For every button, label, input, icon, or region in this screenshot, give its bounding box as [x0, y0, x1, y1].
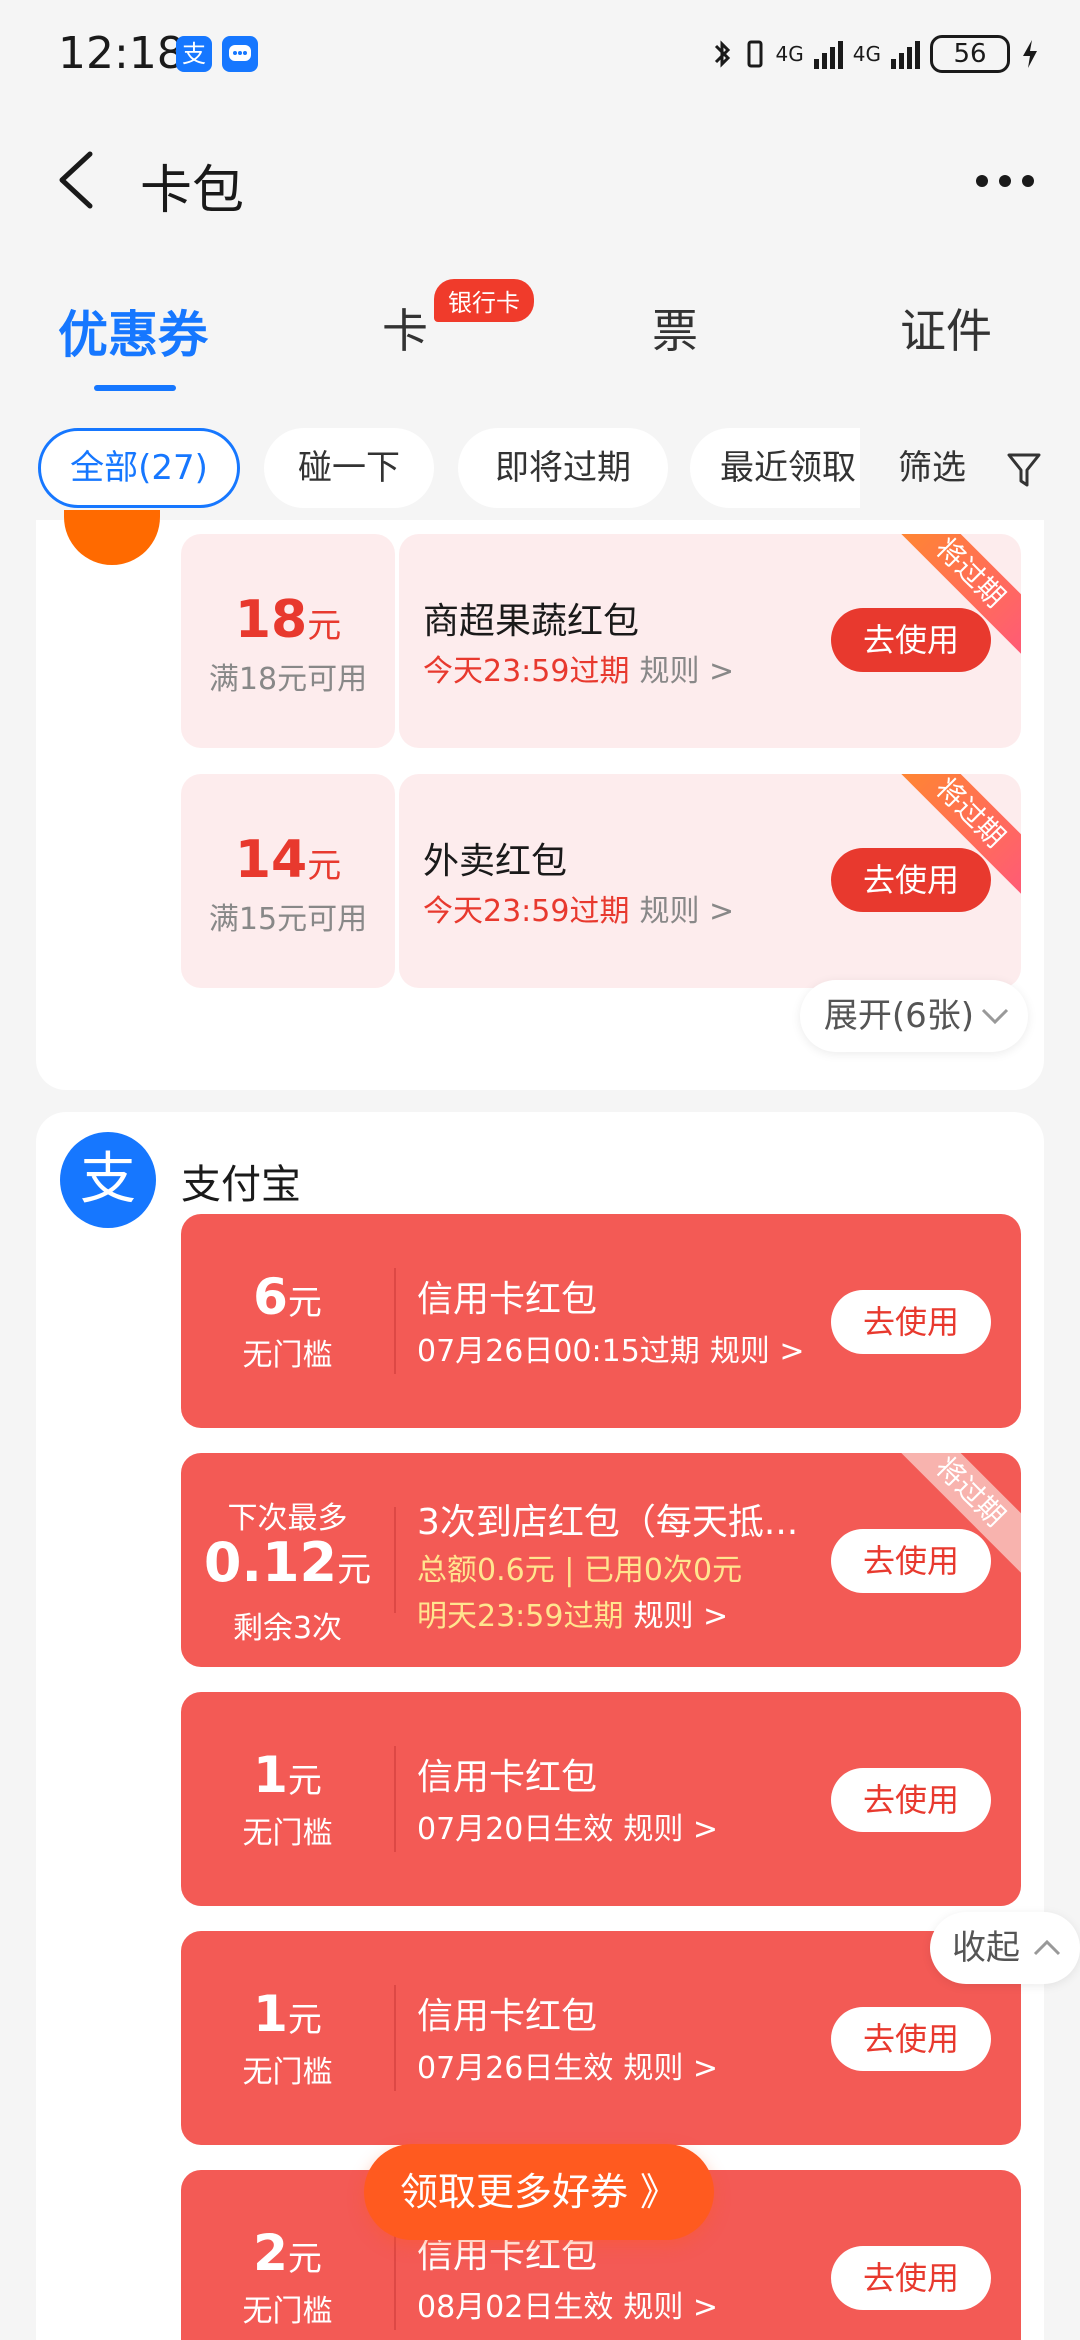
expand-button[interactable]: 展开(6张)	[799, 980, 1028, 1052]
rules-link[interactable]: 规则 >	[710, 1334, 805, 1369]
coupon-amount: 2元	[253, 2224, 322, 2282]
status-bar: 12:18 支 4G 4G 56	[0, 0, 1080, 110]
coupon-amount: 6元	[253, 1268, 322, 1326]
coupon-card[interactable]: 1元 无门槛 信用卡红包 07月20日生效 规则 > 去使用	[181, 1692, 1021, 1906]
signal-icon-2	[891, 39, 920, 69]
rules-link[interactable]: 规则 >	[633, 1599, 728, 1634]
divider	[394, 1746, 396, 1852]
use-coupon-button[interactable]: 去使用	[831, 608, 991, 672]
coupon-expiry: 07月20日生效 规则 >	[417, 1812, 719, 1847]
coupon-amount-panel: 18元 满18元可用	[181, 534, 395, 748]
bank-card-badge: 银行卡	[434, 279, 534, 322]
chip-expiring[interactable]: 即将过期	[458, 428, 668, 508]
tab-certificates[interactable]: 证件	[900, 295, 992, 361]
signal-icon-1	[813, 39, 843, 69]
divider	[394, 1507, 396, 1613]
get-more-coupons-button[interactable]: 领取更多好券 》	[364, 2144, 714, 2240]
tab-tickets[interactable]: 票	[652, 295, 698, 361]
chip-all[interactable]: 全部(27)	[38, 428, 240, 508]
rules-link[interactable]: 规则 >	[623, 2290, 718, 2325]
coupon-name: 外卖红包	[423, 841, 568, 882]
use-coupon-button[interactable]: 去使用	[831, 1290, 991, 1354]
back-arrow-icon[interactable]	[48, 148, 108, 212]
coupon-name: 商超果蔬红包	[423, 601, 640, 642]
coupon-amount: 0.12元	[203, 1531, 372, 1594]
more-options-icon[interactable]	[970, 166, 1040, 196]
coupon-amount: 1元	[253, 1985, 322, 2043]
group-title: 支付宝	[181, 1162, 301, 1208]
collapse-button[interactable]: 收起	[930, 1912, 1080, 1984]
tab-cards[interactable]: 卡	[382, 295, 428, 361]
active-tab-indicator	[94, 385, 176, 391]
coupon-amount: 18元	[234, 590, 342, 650]
alipay-logo: 支	[60, 1132, 156, 1228]
rules-link[interactable]: 规则 >	[623, 1812, 718, 1847]
coupon-info-panel: 商超果蔬红包 今天23:59过期 规则 > 去使用 将过期	[399, 534, 1021, 748]
chevron-up-icon	[1033, 1939, 1061, 1956]
coupon-expiry: 明天23:59过期 规则 >	[417, 1599, 729, 1634]
use-coupon-button[interactable]: 去使用	[831, 2007, 991, 2071]
coupon-card[interactable]: 6元 无门槛 信用卡红包 07月26日00:15过期 规则 > 去使用	[181, 1214, 1021, 1428]
coupon-amount-panel: 14元 满15元可用	[181, 774, 395, 988]
divider	[394, 1985, 396, 2091]
battery-icon: 56	[930, 35, 1010, 73]
vibrate-icon	[747, 40, 763, 68]
coupon-card[interactable]: 18元 满18元可用 商超果蔬红包 今天23:59过期 规则 > 去使用 将过期	[181, 534, 1021, 748]
coupon-condition: 无门槛	[242, 1338, 333, 1373]
coupon-condition: 无门槛	[242, 2055, 333, 2090]
network-type-1: 4G	[775, 42, 804, 66]
tab-coupons[interactable]: 优惠券	[58, 295, 208, 367]
coupon-name: 信用卡红包	[417, 1279, 598, 1320]
network-type-2: 4G	[852, 42, 881, 66]
coupon-name: 3次到店红包（每天抵...	[417, 1502, 799, 1543]
coupon-remaining: 剩余3次	[232, 1611, 343, 1646]
coupon-expiry: 07月26日生效 规则 >	[417, 2051, 719, 2086]
coupon-condition: 无门槛	[242, 1816, 333, 1851]
coupon-condition: 满15元可用	[208, 902, 368, 937]
divider	[394, 2224, 396, 2330]
coupon-name: 信用卡红包	[417, 1757, 598, 1798]
filter-label: 筛选	[898, 448, 966, 488]
filter-button[interactable]: 筛选	[860, 428, 1080, 514]
divider	[394, 1268, 396, 1374]
rules-link[interactable]: 规则 >	[639, 654, 734, 689]
chevron-down-icon	[981, 1008, 1009, 1025]
nav-header: 卡包	[0, 130, 1080, 230]
coupon-amount: 14元	[234, 830, 342, 890]
charging-icon	[1023, 40, 1037, 68]
use-coupon-button[interactable]: 去使用	[831, 2246, 991, 2310]
use-coupon-button[interactable]: 去使用	[831, 1529, 991, 1593]
coupon-condition: 无门槛	[242, 2294, 333, 2329]
coupon-expiry: 今天23:59过期 规则 >	[423, 894, 735, 929]
rules-link[interactable]: 规则 >	[639, 894, 734, 929]
coupon-card[interactable]: 1元 无门槛 信用卡红包 07月26日生效 规则 > 去使用	[181, 1931, 1021, 2145]
coupon-name: 信用卡红包	[417, 1996, 598, 2037]
message-notification-icon	[222, 36, 258, 72]
coupon-condition: 满18元可用	[208, 662, 368, 697]
rules-link[interactable]: 规则 >	[623, 2051, 718, 2086]
category-tabs: 优惠券 卡 银行卡 票 证件	[0, 279, 1080, 405]
page-title: 卡包	[140, 161, 245, 221]
chip-tap[interactable]: 碰一下	[264, 428, 434, 508]
filter-chips: 全部(27) 碰一下 即将过期 最近领取 筛选	[0, 428, 1080, 514]
alipay-notification-icon: 支	[176, 36, 212, 72]
funnel-icon	[1007, 453, 1041, 487]
coupon-card[interactable]: 14元 满15元可用 外卖红包 今天23:59过期 规则 > 去使用 将过期	[181, 774, 1021, 988]
use-coupon-button[interactable]: 去使用	[831, 848, 991, 912]
collapse-label: 收起	[952, 1928, 1020, 1968]
coupon-usage: 总额0.6元 | 已用0次0元	[417, 1553, 743, 1588]
merchant-logo	[64, 510, 160, 565]
use-coupon-button[interactable]: 去使用	[831, 1768, 991, 1832]
expand-label: 展开(6张)	[823, 996, 974, 1036]
coupon-info-panel: 外卖红包 今天23:59过期 规则 > 去使用 将过期	[399, 774, 1021, 988]
coupon-group-merchant: 18元 满18元可用 商超果蔬红包 今天23:59过期 规则 > 去使用 将过期 …	[36, 510, 1044, 1090]
coupon-expiry: 07月26日00:15过期 规则 >	[417, 1334, 805, 1369]
bluetooth-icon	[714, 40, 730, 68]
status-icons: 4G 4G 56	[710, 32, 1040, 76]
coupon-expiry: 今天23:59过期 规则 >	[423, 654, 735, 689]
coupon-expiry: 08月02日生效 规则 >	[417, 2290, 719, 2325]
clock: 12:18	[58, 28, 185, 79]
coupon-amount: 1元	[253, 1746, 322, 1804]
coupon-card[interactable]: 下次最多 0.12元 剩余3次 3次到店红包（每天抵... 总额0.6元 | 已…	[181, 1453, 1021, 1667]
